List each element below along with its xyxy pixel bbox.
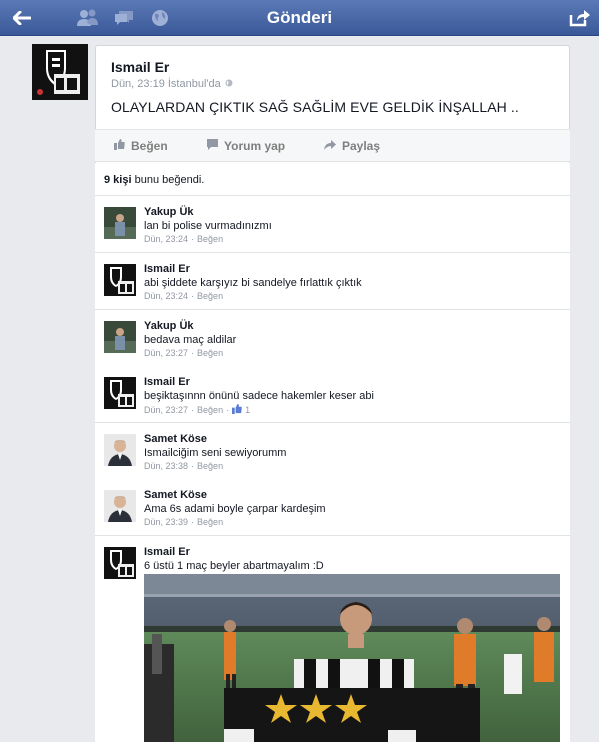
comment-meta: Dün, 23:24 · Beğen: [144, 234, 223, 244]
like-button-label: Beğen: [131, 139, 168, 153]
comment-like-link[interactable]: Beğen: [197, 461, 223, 471]
comment-like-link[interactable]: Beğen: [197, 234, 223, 244]
like-button[interactable]: Beğen: [114, 139, 168, 153]
share-button-label: Paylaş: [342, 139, 381, 153]
commenter-name[interactable]: Samet Köse: [144, 433, 207, 445]
meta-separator: ·: [191, 517, 195, 527]
commenter-name[interactable]: Yakup Ük: [144, 206, 194, 218]
commenter-name[interactable]: Samet Köse: [144, 489, 207, 501]
comment-like-link[interactable]: Beğen: [197, 517, 223, 527]
comment-item: Ismail Er beşiktaşınnn önünü sadece hake…: [95, 366, 570, 423]
comment-timestamp[interactable]: Dün, 23:24: [144, 234, 188, 244]
post-author-name[interactable]: Ismail Er: [111, 59, 233, 75]
comment-timestamp[interactable]: Dün, 23:24: [144, 291, 188, 301]
share-button[interactable]: Paylaş: [324, 139, 380, 153]
comment-text: Ismailciğim seni sewiyorumm: [144, 447, 287, 459]
likes-suffix: bunu beğendi.: [134, 174, 205, 186]
likes-count[interactable]: 9 kişi: [104, 174, 132, 186]
commenter-avatar[interactable]: [104, 434, 136, 466]
commenter-name[interactable]: Ismail Er: [144, 263, 190, 275]
comment-item: Samet Köse Ama 6s adami boyle çarpar kar…: [95, 479, 570, 536]
share-icon[interactable]: [568, 6, 592, 30]
comment-button[interactable]: Yorum yap: [207, 139, 285, 153]
page-title: Gönderi: [266, 8, 333, 27]
comment-meta: Dün, 23:24 · Beğen: [144, 291, 223, 301]
likes-summary-text: 9 kişi bunu beğendi.: [104, 174, 204, 186]
comment-photo[interactable]: [144, 574, 560, 742]
stadium-photo: [144, 574, 560, 742]
post-meta: Dün, 23:19 İstanbul'da: [111, 78, 233, 90]
commenter-avatar[interactable]: [104, 377, 136, 409]
comment-text: lan bi polise vurmadınızmı: [144, 220, 272, 232]
comment-item: Ismail Er abi şiddete karşıyız bi sandel…: [95, 253, 570, 310]
share-arrow-icon: [324, 139, 336, 153]
commenter-name[interactable]: Yakup Ük: [144, 320, 194, 332]
comment-timestamp[interactable]: Dün, 23:27: [144, 405, 188, 415]
meta-separator: ·: [191, 461, 195, 471]
meta-separator: ·: [191, 405, 195, 415]
author-avatar[interactable]: [32, 44, 88, 100]
comment-text: abi şiddete karşıyız bi sandelye fırlatt…: [144, 277, 362, 289]
commenter-avatar[interactable]: [104, 490, 136, 522]
commenter-name[interactable]: Ismail Er: [144, 546, 190, 558]
comment-text: bedava maç aldilar: [144, 334, 237, 346]
comment-item: Yakup Ük lan bi polise vurmadınızmı Dün,…: [95, 196, 570, 253]
commenter-avatar[interactable]: [104, 547, 136, 579]
comment-text: Ama 6s adami boyle çarpar kardeşim: [144, 503, 326, 515]
comment-item: Samet Köse Ismailciğim seni sewiyorumm D…: [95, 423, 570, 480]
commenter-avatar[interactable]: [104, 207, 136, 239]
location-globe-icon: [225, 78, 233, 90]
comment-timestamp[interactable]: Dün, 23:39: [144, 517, 188, 527]
post-header: Ismail Er Dün, 23:19 İstanbul'da: [111, 59, 233, 90]
post-text: OLAYLARDAN ÇIKTIK SAĞ SAĞLİM EVE GELDİK …: [111, 99, 519, 115]
comment-meta: Dün, 23:27 · Beğen · 1: [144, 404, 250, 416]
comment-like-thumb-icon: [232, 404, 242, 416]
comment-item: Yakup Ük bedava maç aldilar Dün, 23:27 · B…: [95, 310, 570, 367]
comment-meta: Dün, 23:39 · Beğen: [144, 517, 223, 527]
comment-text: 6 üstü 1 maç beyler abartmayalım :D: [144, 560, 324, 572]
meta-separator: ·: [226, 405, 230, 415]
comment-meta: Dün, 23:38 · Beğen: [144, 461, 223, 471]
top-navigation-bar: Gönderi: [0, 0, 599, 36]
post-timestamp[interactable]: Dün, 23:19 İstanbul'da: [111, 78, 221, 90]
comment-button-label: Yorum yap: [224, 139, 286, 153]
comment-timestamp[interactable]: Dün, 23:38: [144, 461, 188, 471]
comment-text: beşiktaşınnn önünü sadece hakemler keser…: [144, 390, 374, 402]
comment-meta: Dün, 23:27 · Beğen: [144, 348, 223, 358]
comment-like-link[interactable]: Beğen: [197, 291, 223, 301]
comment-like-count[interactable]: 1: [245, 405, 250, 415]
meta-separator: ·: [191, 234, 195, 244]
meta-separator: ·: [191, 291, 195, 301]
commenter-name[interactable]: Ismail Er: [144, 376, 190, 388]
commenter-avatar[interactable]: [104, 321, 136, 353]
comment-bubble-icon: [207, 139, 218, 153]
likes-summary[interactable]: 9 kişi bunu beğendi.: [95, 163, 570, 196]
thumbs-up-icon: [114, 139, 125, 153]
comment-like-link[interactable]: Beğen: [197, 348, 223, 358]
comment-like-link[interactable]: Beğen: [197, 405, 223, 415]
meta-separator: ·: [191, 348, 195, 358]
comment-timestamp[interactable]: Dün, 23:27: [144, 348, 188, 358]
post-action-bar: Beğen Yorum yap Paylaş: [95, 129, 570, 162]
commenter-avatar[interactable]: [104, 264, 136, 296]
